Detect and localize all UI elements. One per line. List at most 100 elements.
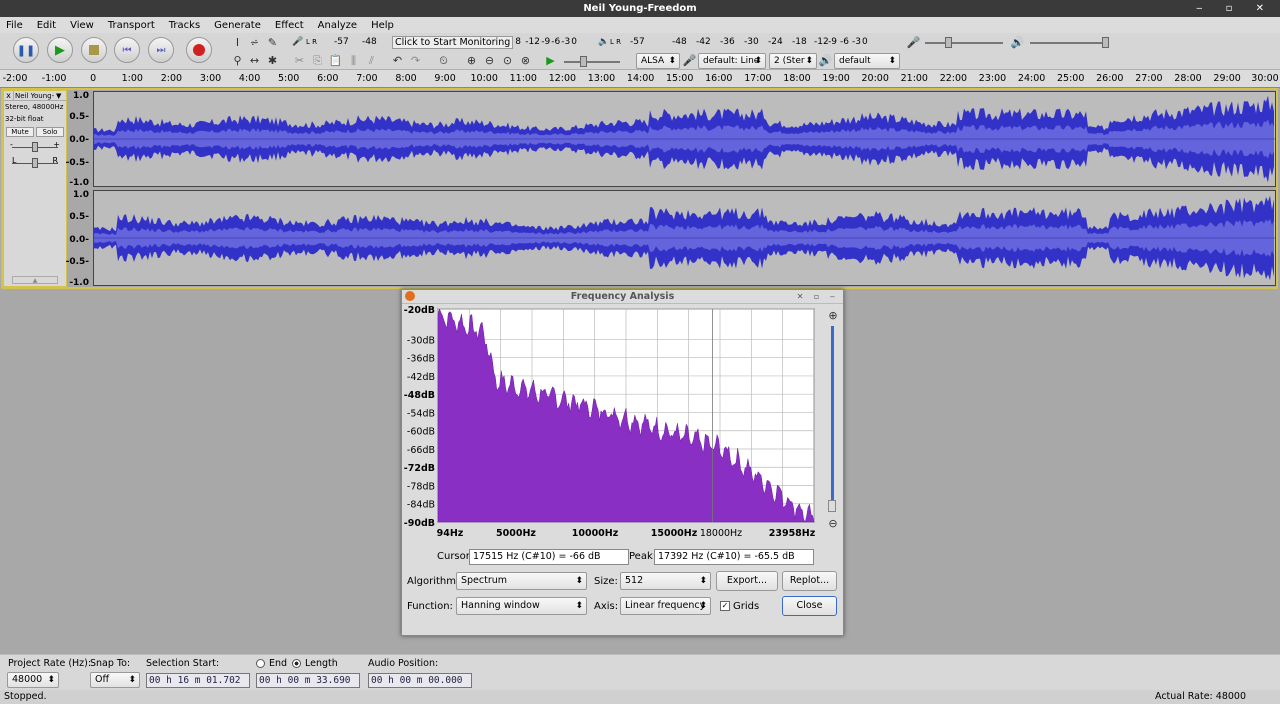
peak-value-field[interactable]: 17392 Hz (C#10) = -65.5 dB — [654, 549, 814, 565]
zoom-in-icon[interactable]: ⊕ — [464, 53, 479, 68]
output-device-icon: 🎤 — [682, 54, 697, 67]
audio-host-select[interactable]: ALSA — [636, 53, 680, 69]
record-volume-slider[interactable] — [925, 42, 1003, 44]
timeline-ruler[interactable]: -2:00 -1:00 0 1:00 2:00 3:00 4:00 5:00 6:00 7:00 8… — [0, 70, 1280, 88]
fit-selection-icon[interactable]: ⊙ — [500, 53, 515, 68]
close-button[interactable]: Close — [782, 596, 837, 616]
fit-project-icon[interactable]: ⊗ — [518, 53, 533, 68]
zoom-out-icon[interactable]: ⊖ — [826, 516, 840, 530]
play-at-speed-icon[interactable]: ▶ — [543, 53, 558, 68]
menu-file[interactable]: File — [6, 20, 23, 31]
zoom-slider-thumb[interactable] — [828, 500, 836, 512]
copy-icon[interactable]: ⎘ — [310, 53, 325, 68]
channels-select[interactable]: 2 (Ster — [769, 53, 817, 69]
selection-length-field[interactable]: 00 h 00 m 33.690 s — [256, 673, 360, 699]
zoom-out-icon[interactable]: ⊖ — [482, 53, 497, 68]
skip-start-button[interactable]: ⏮ — [114, 37, 140, 63]
ruler-label: 21:00 — [900, 73, 928, 84]
output-device-select[interactable]: default: Line — [698, 53, 766, 69]
zoom-in-icon[interactable]: ⊕ — [826, 308, 840, 322]
menu-transport[interactable]: Transport — [108, 20, 155, 31]
record-monitor-prompt[interactable]: Click to Start Monitoring — [392, 35, 514, 49]
waveform-left-channel[interactable] — [93, 91, 1276, 187]
function-select[interactable]: Hanning window — [456, 597, 587, 615]
paste-icon[interactable]: 📋 — [328, 53, 343, 68]
ruler-label: 30:00 — [1251, 73, 1279, 84]
play-button[interactable]: ▶ — [47, 37, 73, 63]
menu-generate[interactable]: Generate — [214, 20, 261, 31]
selection-tool-icon[interactable]: I — [230, 35, 245, 50]
skip-end-button[interactable]: ⏭ — [148, 37, 174, 63]
size-select[interactable]: 512 — [620, 572, 711, 590]
playback-volume-slider[interactable] — [1030, 42, 1108, 44]
stop-button[interactable] — [81, 37, 107, 63]
redo-icon[interactable]: ↷ — [408, 53, 423, 68]
playback-volume-thumb[interactable] — [1102, 37, 1109, 48]
menu-help[interactable]: Help — [371, 20, 394, 31]
input-device-select[interactable]: default — [834, 53, 900, 69]
record-volume-thumb[interactable] — [945, 37, 952, 48]
grids-checkbox[interactable]: ✓ — [720, 601, 730, 611]
menu-view[interactable]: View — [70, 20, 94, 31]
db-axis-label: -48dB — [404, 390, 435, 401]
envelope-tool-icon[interactable]: ⩫ — [247, 35, 262, 50]
menu-tracks[interactable]: Tracks — [169, 20, 200, 31]
pause-button[interactable]: ❚❚ — [13, 37, 39, 63]
play-speed-slider[interactable] — [564, 61, 620, 63]
cut-icon[interactable]: ✂ — [292, 53, 307, 68]
multi-tool-icon[interactable]: ✱ — [265, 53, 280, 68]
menu-edit[interactable]: Edit — [37, 20, 56, 31]
waveform-left-svg — [94, 95, 1275, 183]
record-meter[interactable]: 🎤 L R -57 -48 Click to Start Monitoring … — [292, 35, 581, 49]
status-bar: Stopped. Actual Rate: 48000 — [0, 690, 1280, 704]
playback-meter[interactable]: 🔈 L R -57 -48 -42 -36 -30 -24 -18 -12 -9… — [598, 35, 872, 49]
track-collapse-button[interactable]: ▲ — [12, 276, 58, 284]
mute-button[interactable]: Mute — [6, 127, 34, 137]
menu-effect[interactable]: Effect — [275, 20, 304, 31]
frequency-analysis-dialog: Frequency Analysis ✕ ▫ ‒ -20dB -30dB -36dB… — [401, 289, 844, 636]
trim-icon[interactable]: ⫼ — [346, 53, 361, 68]
play-speed-thumb[interactable] — [580, 56, 587, 67]
peak-label: Peak: — [629, 551, 657, 562]
playback-volume-icon: 🔊 — [1010, 36, 1025, 49]
pan-thumb[interactable] — [32, 158, 38, 168]
spectrum-plot[interactable]: -20dB -30dB -36dB -42dB -48dB -54dB -60dB -66dB… — [402, 304, 845, 554]
waveform-right-channel[interactable] — [93, 190, 1276, 286]
algorithm-select[interactable]: Spectrum — [456, 572, 587, 590]
project-rate-select[interactable]: 48000 — [7, 672, 59, 688]
undo-icon[interactable]: ↶ — [390, 53, 405, 68]
zoom-slider-track[interactable] — [831, 326, 834, 512]
end-radio[interactable] — [256, 659, 265, 668]
length-radio[interactable] — [292, 659, 301, 668]
timeshift-tool-icon[interactable]: ↔ — [247, 53, 262, 68]
record-button[interactable] — [186, 37, 212, 63]
silence-icon[interactable]: ⫽ — [364, 53, 379, 68]
play-tick: -36 — [720, 37, 735, 47]
track-menu-arrow[interactable]: ▼ — [56, 92, 66, 100]
input-device-icon: 🔊 — [818, 54, 833, 67]
selection-start-field[interactable]: 00 h 16 m 01.702 s — [146, 673, 250, 699]
export-button[interactable]: Export... — [716, 571, 778, 591]
track-name[interactable]: Neil Young- — [14, 91, 56, 101]
sync-lock-icon[interactable]: ⏲ — [436, 53, 451, 68]
ruler-label: 13:00 — [587, 73, 616, 84]
cursor-value-field[interactable]: 17515 Hz (C#10) = -66 dB — [469, 549, 629, 565]
algorithm-label: Algorithm: — [407, 576, 460, 587]
zoom-tool-icon[interactable]: ⚲ — [230, 53, 245, 68]
axis-select[interactable]: Linear frequency — [620, 597, 711, 615]
playback-meter-lr: L R — [610, 38, 621, 46]
microphone-icon: 🎤 — [292, 37, 304, 47]
audio-position-field[interactable]: 00 h 00 m 00.000 s — [368, 673, 472, 699]
gain-thumb[interactable] — [32, 142, 38, 152]
replot-button[interactable]: Replot... — [782, 571, 837, 591]
dialog-window-controls[interactable]: ✕ ▫ ‒ — [797, 290, 839, 304]
ruler-label: 14:00 — [626, 73, 655, 84]
draw-tool-icon[interactable]: ✎ — [265, 35, 280, 50]
snap-to-select[interactable]: Off — [90, 672, 140, 688]
scale-label: 1.0 — [73, 190, 89, 200]
track-close-button[interactable]: x — [4, 91, 14, 100]
menu-analyze[interactable]: Analyze — [318, 20, 357, 31]
db-axis-label: -42dB — [407, 372, 435, 383]
solo-button[interactable]: Solo — [36, 127, 64, 137]
window-controls[interactable]: ‒ ▫ ✕ — [1196, 0, 1274, 17]
